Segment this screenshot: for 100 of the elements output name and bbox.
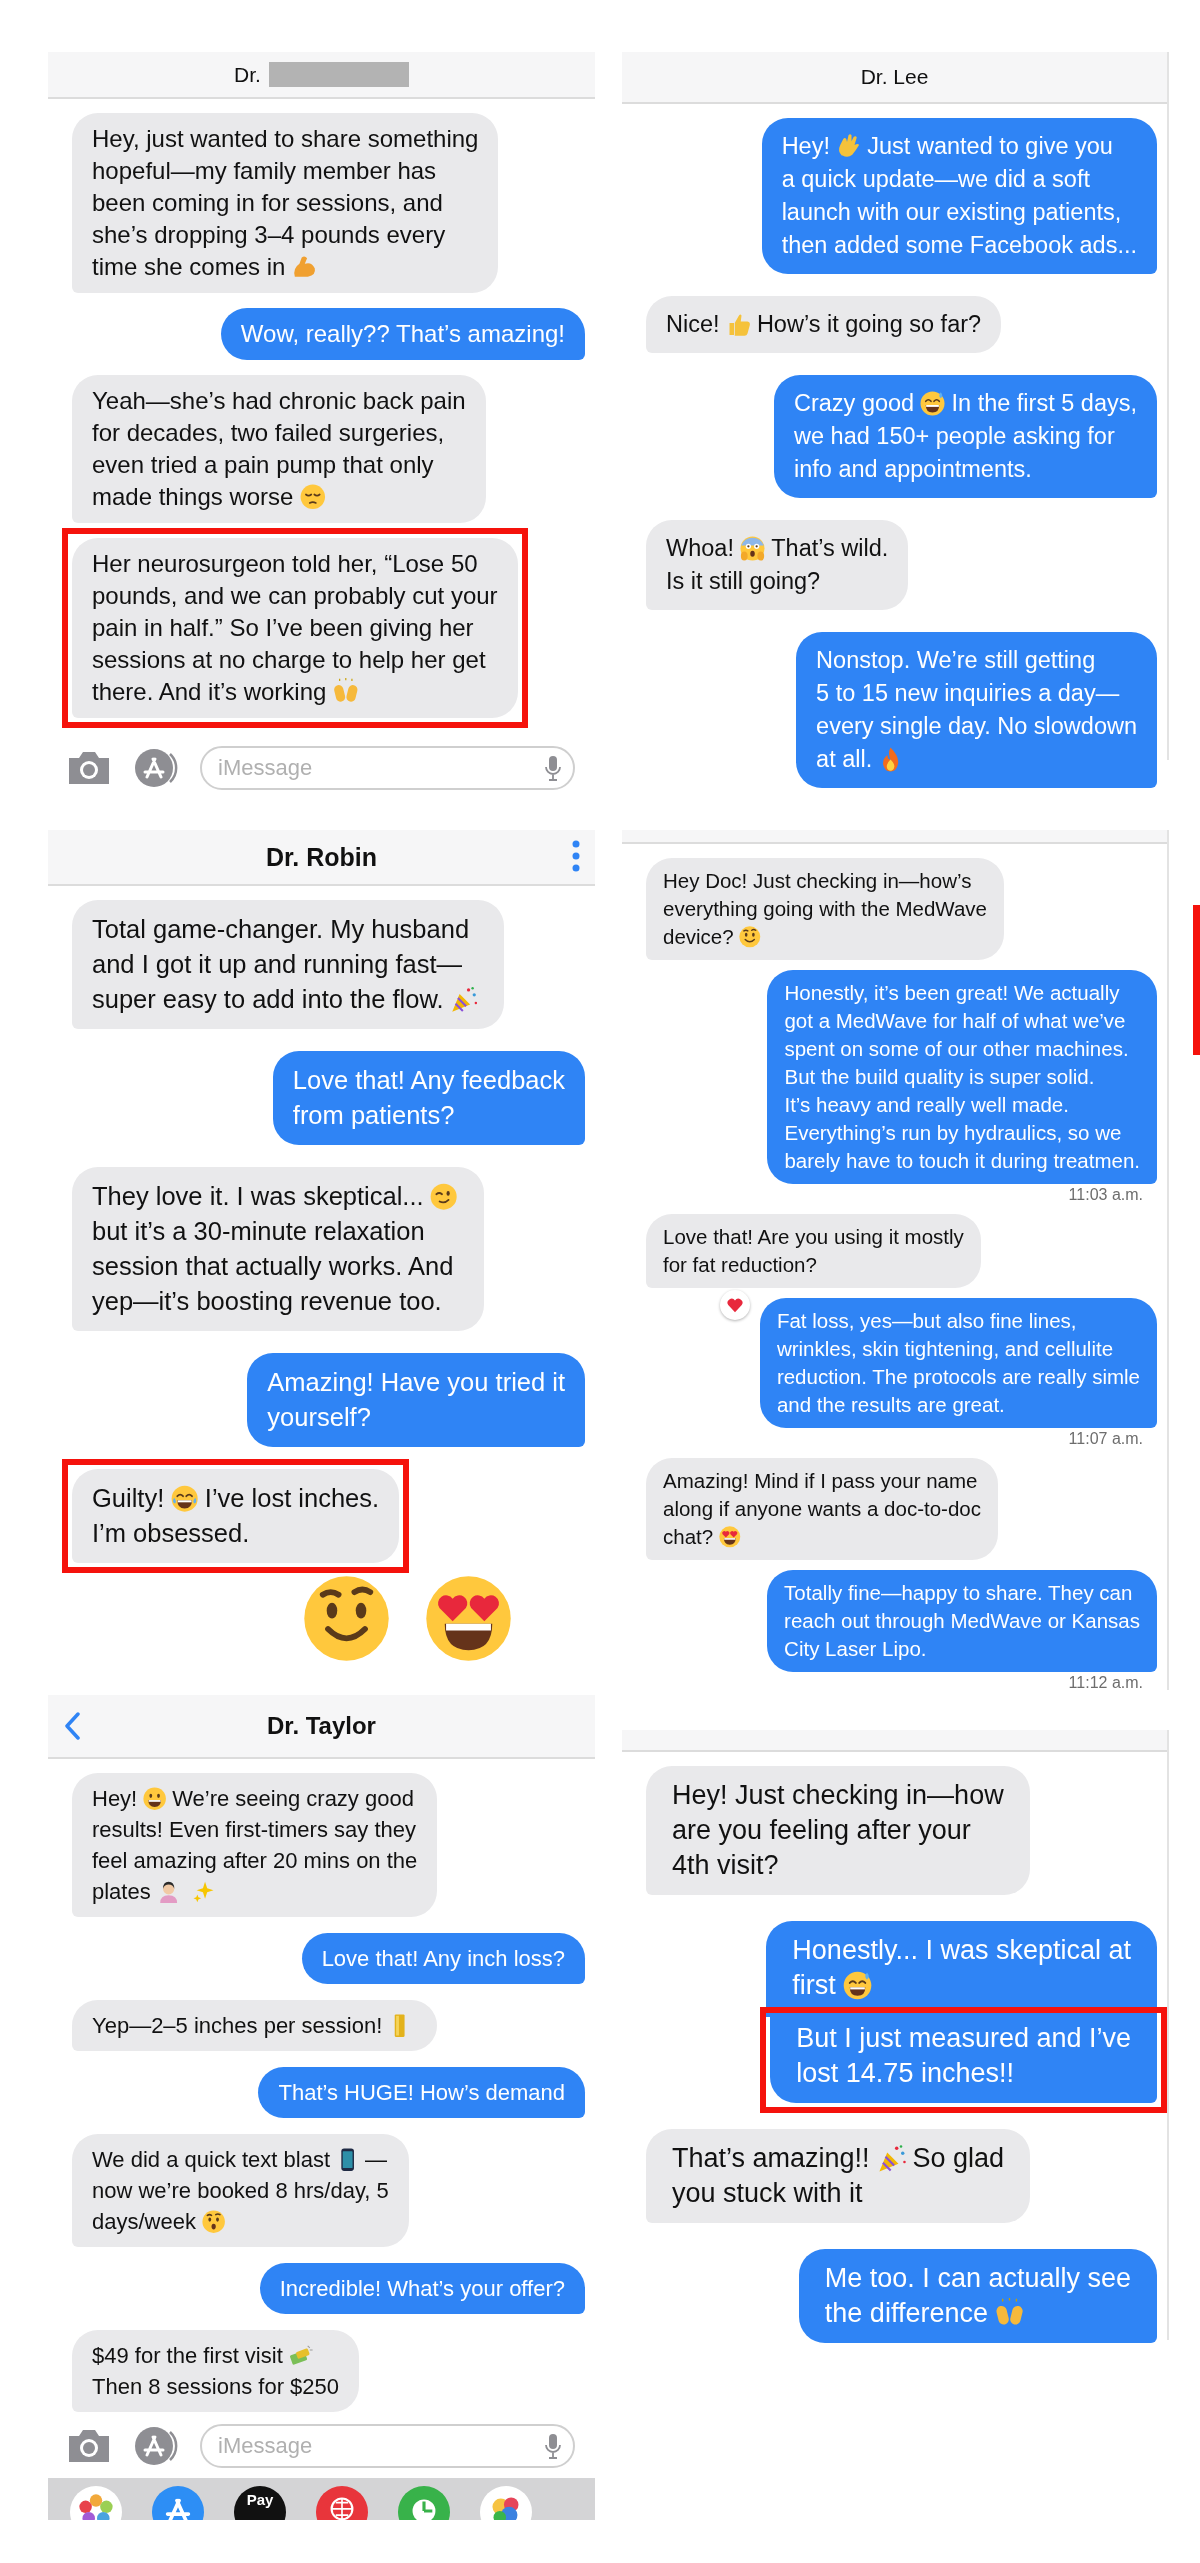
message-text: and I got it up and running fast— — [92, 949, 462, 980]
message-text: got a MedWave for half of what we’ve — [784, 1008, 1126, 1034]
message-text: spent on some of our other machines. — [784, 1036, 1129, 1062]
message-text: results! Even first-timers say they — [92, 1816, 416, 1844]
contact-name: Dr. — [234, 62, 261, 87]
message-text: every single day. No slowdown — [816, 712, 1137, 741]
message-text: How’s it going so far? — [756, 310, 982, 339]
contact-name: Dr. Lee — [860, 65, 929, 89]
smiling-face-icon — [738, 925, 762, 949]
message-text: Fat loss, yes—but also fine lines, — [776, 1308, 1077, 1334]
message-text: Love that! Any inch loss? — [321, 1945, 565, 1973]
timestamp: 11:07 a.m. — [1068, 1430, 1143, 1448]
message-text: everything going with the MedWave — [663, 896, 987, 922]
message-text: session that actually works. And — [92, 1251, 454, 1282]
message-text: Honestly, it’s been great! We actually — [784, 980, 1120, 1006]
message-text: then added some Facebook ads... — [781, 231, 1137, 260]
message-field[interactable]: iMessage — [200, 2424, 575, 2468]
camera-icon[interactable] — [66, 2428, 112, 2464]
message-text: Amazing! Have you tried it — [267, 1367, 565, 1398]
microphone-icon[interactable] — [545, 2433, 561, 2459]
message-text: It’s heavy and really well made. — [784, 1092, 1069, 1118]
message-text: Hey! Just checking in—how — [672, 1779, 1004, 1812]
message-text: Whoa! — [666, 534, 734, 563]
app-store-icon[interactable] — [134, 2426, 178, 2466]
timestamp: 11:12 a.m. — [1068, 1674, 1143, 1692]
pay-app-button[interactable]: Pay — [234, 2486, 286, 2520]
message-text: first — [792, 1969, 836, 2002]
microphone-icon[interactable] — [545, 755, 561, 781]
message-text: But the build quality is super solid. — [784, 1064, 1095, 1090]
screaming-face-icon — [739, 535, 767, 562]
message-text: That’s HUGE! How’s demand — [278, 2079, 565, 2107]
message-text: yourself? — [267, 1402, 371, 1433]
app-store-icon[interactable] — [134, 748, 178, 788]
message-text: super easy to add into the flow. — [92, 984, 444, 1015]
message-text: Yeah—she’s had chronic back pain — [92, 386, 466, 416]
message-text: made things worse — [92, 482, 294, 512]
message-text: Just wanted to give you — [867, 132, 1113, 161]
message-text: Totally fine—happy to share. They can — [784, 1580, 1133, 1606]
message-text: Love that! Are you using it mostly — [663, 1224, 964, 1250]
message-text: a quick update—we did a soft — [781, 165, 1090, 194]
message-text: feel amazing after 20 mins on the — [92, 1847, 418, 1875]
message-text: she’s dropping 3–4 pounds every — [92, 220, 446, 250]
message-text: we had 150+ people asking for — [794, 422, 1115, 451]
message-text: for fat reduction? — [663, 1252, 817, 1278]
message-text: for decades, two failed surgeries, — [92, 418, 445, 448]
message-text: We did a quick text blast — [92, 2146, 331, 2174]
message-text: Total game-changer. My husband — [92, 914, 470, 945]
message-text: there. And it’s working — [92, 677, 327, 707]
camera-icon[interactable] — [66, 750, 112, 786]
message-text: are you feeling after your — [672, 1814, 971, 1847]
message-text: days/week — [92, 2208, 196, 2236]
message-field[interactable]: iMessage — [200, 746, 575, 790]
message-text: 5 to 15 new inquiries a day— — [816, 679, 1120, 708]
message-text: That’s wild. — [771, 534, 889, 563]
message-text: — — [365, 2146, 387, 2174]
message-text: you stuck with it — [672, 2177, 863, 2210]
message-text: info and appointments. — [794, 455, 1032, 484]
message-text: Amazing! Mind if I pass your name — [663, 1468, 978, 1494]
grinning-face-icon — [142, 1785, 168, 1812]
message-text: Incredible! What’s your offer? — [279, 2275, 565, 2303]
message-text: Hey! — [781, 132, 830, 161]
more-icon[interactable] — [571, 840, 581, 872]
back-icon[interactable] — [64, 1712, 80, 1740]
message-text: sessions at no charge to help her get — [92, 645, 486, 675]
message-text: Is it still going? — [666, 567, 821, 596]
message-text: chat? — [663, 1524, 714, 1550]
message-text: Me too. I can actually see — [824, 2262, 1131, 2295]
message-text: the difference — [824, 2297, 988, 2330]
message-text: Then 8 sessions for $250 — [92, 2373, 340, 2401]
message-text: Hey! — [92, 1785, 138, 1813]
message-text: Wow, really?? That’s amazing! — [240, 319, 565, 349]
message-text: pounds, and we can probably cut your — [92, 581, 498, 611]
message-text: launch with our existing patients, — [781, 198, 1122, 227]
message-text: Nonstop. We’re still getting — [816, 646, 1096, 675]
smirking-face-icon — [429, 1181, 459, 1212]
message-text: So glad — [912, 2142, 1005, 2175]
message-text: Love that! Any feedback — [292, 1065, 565, 1096]
laughing-face-icon — [169, 1483, 200, 1514]
party-popper-icon — [449, 984, 479, 1015]
message-text: yep—it’s boosting revenue too. — [92, 1286, 442, 1317]
message-text: device? — [663, 924, 734, 950]
sweat-grin-face-icon — [919, 390, 947, 417]
message-text: from patients? — [292, 1100, 455, 1131]
message-text: I’ve lost inches. — [204, 1483, 380, 1514]
message-text: even tried a pain pump that only — [92, 450, 434, 480]
message-text: I’m obsessed. — [92, 1518, 250, 1549]
pensive-face-icon — [298, 483, 327, 511]
sweat-grin-face-icon — [841, 1969, 873, 2001]
message-text: and the results are great. — [776, 1392, 1005, 1418]
message-text: time she comes in — [92, 252, 286, 282]
message-text: wrinkles, skin tightening, and cellulite — [776, 1336, 1114, 1362]
contact-name: Dr. Robin — [265, 842, 378, 872]
message-text: barely have to touch it during treatmen. — [784, 1148, 1140, 1174]
heart-eyes-face-icon — [717, 1525, 742, 1549]
message-text: pain in half.” So I’ve been giving her — [92, 613, 474, 643]
message-text: now we’re booked 8 hrs/day, 5 — [92, 2177, 389, 2205]
contact-name: Dr. Taylor — [267, 1712, 376, 1740]
heart-icon — [725, 1296, 744, 1314]
message-text: We’re seeing crazy good — [172, 1785, 414, 1813]
message-text: Crazy good — [794, 389, 915, 418]
